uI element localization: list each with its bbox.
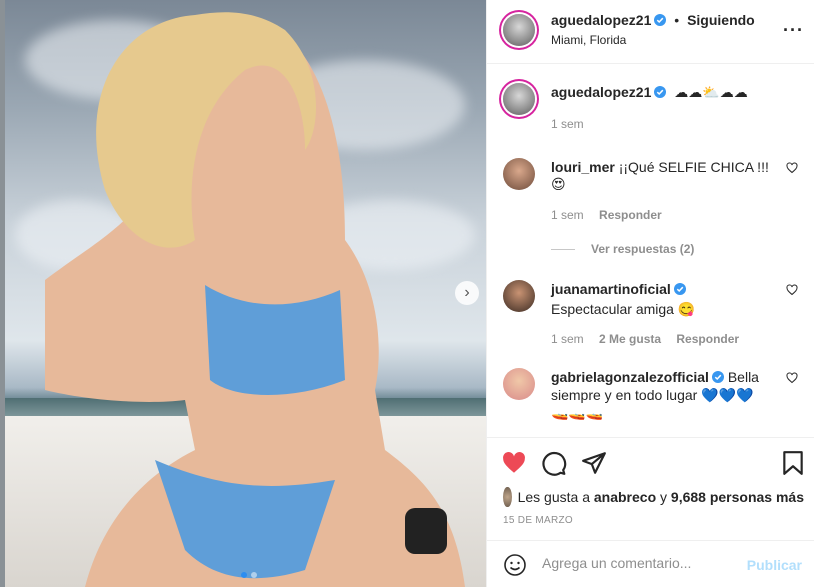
caption-author-avatar[interactable] [503,83,535,115]
liker-avatar[interactable] [503,487,512,507]
heart-filled-icon[interactable] [501,450,527,476]
author-username[interactable]: aguedalopez21 [551,12,651,28]
carousel-next-button[interactable]: › [455,281,479,305]
post-date[interactable]: 15 DE MARZO [503,515,573,526]
heart-outline-icon[interactable] [786,162,798,174]
separator-dot: • [674,12,680,28]
post-side-panel: aguedalopez21 • Siguiendo Miami, Florida… [486,0,814,587]
caption-username[interactable]: aguedalopez21 [551,84,651,100]
add-comment-bar: Publicar [487,540,814,587]
verified-badge-icon [654,86,667,98]
comment-text-emoji: 🚤🚤🚤 [551,405,604,421]
comment-text: Espectacular amiga 😋 [551,301,696,317]
liker-username[interactable]: anabreco [594,489,656,505]
more-horizontal-icon[interactable]: ··· [783,20,804,41]
post-header: aguedalopez21 • Siguiendo Miami, Florida… [487,0,814,64]
replies-line [551,248,575,250]
commenter-avatar[interactable] [503,280,535,312]
comment-bubble-icon[interactable] [541,450,567,476]
likes-middle: y [660,489,668,505]
comment-input[interactable] [542,555,742,571]
likes-count[interactable]: 9,688 personas más [671,489,804,505]
publish-button[interactable]: Publicar [747,557,802,573]
person-figure [45,12,465,587]
comment-time[interactable]: 1 sem [551,208,584,222]
comment-username[interactable]: louri_mer [551,159,615,175]
comments-list[interactable]: aguedalopez21 ☁☁⛅☁☁ 1 sem louri_mer ¡¡Qu… [487,65,814,437]
comment-text-emoji: 😍 [551,177,566,193]
comment-time[interactable]: 1 sem [551,332,584,346]
post-location[interactable]: Miami, Florida [551,33,626,47]
comment-username[interactable]: juanamartinoficial [551,281,671,297]
comment-text: ¡¡Qué SELFIE CHICA !!! [618,159,769,175]
verified-badge-icon [673,283,686,295]
comment-likes[interactable]: 2 Me gusta [599,332,661,346]
likes-prefix: Les gusta a [517,489,590,505]
carousel-indicator [241,572,257,578]
heart-outline-icon[interactable] [786,284,798,296]
verified-badge-icon [654,14,667,26]
share-paper-plane-icon[interactable] [581,450,607,476]
view-replies-button[interactable]: Ver respuestas (2) [551,242,694,256]
author-avatar[interactable] [503,14,535,46]
emoji-smiley-icon[interactable] [503,553,527,577]
author-line: aguedalopez21 • Siguiendo [551,12,755,28]
carousel-dot [251,572,257,578]
following-button[interactable]: Siguiendo [687,12,755,28]
post-photo[interactable]: › [5,0,486,587]
commenter-avatar[interactable] [503,368,535,400]
reply-button[interactable]: Responder [599,208,662,222]
carousel-dot-active [241,572,247,578]
action-bar [487,437,814,485]
comment-username[interactable]: gabrielagonzalezofficial [551,369,709,385]
reply-button[interactable]: Responder [676,332,739,346]
caption-time[interactable]: 1 sem [551,117,584,131]
view-replies-label: Ver respuestas (2) [591,242,695,256]
caption-text: ☁☁⛅☁☁ [674,85,748,101]
commenter-avatar[interactable] [503,158,535,190]
bookmark-icon[interactable] [780,450,806,476]
likes-summary: Les gusta a anabreco y 9,688 personas má… [503,487,804,507]
verified-badge-icon [711,371,724,383]
heart-outline-icon[interactable] [786,372,798,384]
